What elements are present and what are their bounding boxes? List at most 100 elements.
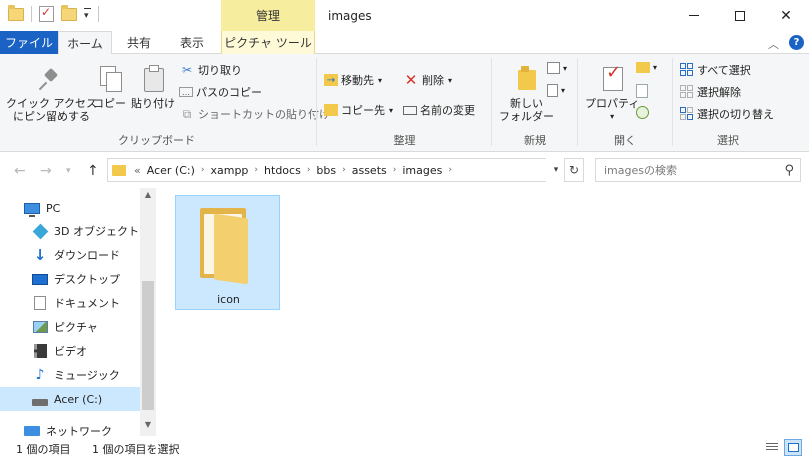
copy-icon: [98, 64, 122, 94]
folder-item[interactable]: icon: [175, 195, 280, 310]
open-button[interactable]: ▾: [636, 62, 657, 73]
ribbon: クイック アクセス にピン留めする コピー 貼り付け ✂ 切り取り … パスのコ…: [0, 54, 809, 152]
status-item-count: 1 個の項目: [16, 443, 71, 456]
new-folder-button[interactable]: 新しい フォルダー: [499, 64, 554, 123]
cut-button[interactable]: ✂ 切り取り: [179, 62, 242, 78]
divider: [316, 58, 317, 146]
nav-item-pictures[interactable]: ピクチャ: [0, 315, 140, 339]
scissors-icon: ✂: [181, 63, 193, 77]
nav-item-music[interactable]: ♪ ミュージック: [0, 363, 140, 387]
address-dropdown-icon[interactable]: ▾: [546, 158, 566, 182]
tab-home[interactable]: ホーム: [58, 31, 112, 55]
breadcrumb-overflow[interactable]: «: [134, 164, 141, 177]
search-input[interactable]: imagesの検索 ⚲: [595, 158, 801, 182]
organize-group-label: 整理: [393, 134, 416, 147]
edit-button[interactable]: [636, 84, 651, 98]
chevron-down-icon: ▾: [448, 75, 453, 85]
select-none-button[interactable]: 選択解除: [680, 84, 741, 100]
scroll-down-icon[interactable]: ▼: [140, 420, 156, 434]
nav-item-downloads[interactable]: ↓ ダウンロード: [0, 243, 140, 267]
move-to-button[interactable]: → 移動先 ▾: [324, 72, 382, 88]
scroll-up-icon[interactable]: ▲: [140, 190, 156, 204]
up-arrow-icon[interactable]: ↑: [87, 163, 99, 179]
open-folder-icon: [636, 62, 650, 73]
copy-label: コピー: [93, 97, 126, 110]
copy-to-icon: [324, 104, 338, 116]
rename-button[interactable]: 名前の変更: [403, 102, 475, 118]
tab-view[interactable]: 表示: [168, 31, 216, 54]
nav-item-pc[interactable]: PC: [0, 196, 140, 220]
nav-item-acer-c-drive[interactable]: Acer (C:): [0, 387, 140, 411]
nav-item-documents[interactable]: ドキュメント: [0, 291, 140, 315]
customize-qat-dropdown[interactable]: ▾: [84, 8, 91, 21]
details-view-button[interactable]: [763, 439, 781, 456]
breadcrumb-separator-icon[interactable]: ›: [307, 165, 311, 175]
forward-arrow-icon[interactable]: →: [40, 163, 52, 179]
window-title: images: [328, 9, 372, 23]
easy-access-button[interactable]: ▾: [547, 84, 565, 97]
divider: [491, 58, 492, 146]
breadcrumb-item[interactable]: Acer (C:): [147, 164, 195, 177]
scrollbar-thumb[interactable]: [142, 281, 154, 410]
quick-access-toolbar: ▾: [8, 4, 99, 22]
nav-item-videos[interactable]: ビデオ: [0, 339, 140, 363]
chevron-down-icon: ▾: [561, 86, 566, 95]
copy-button[interactable]: コピー: [93, 64, 126, 110]
delete-button[interactable]: ✕ 削除 ▾: [403, 71, 453, 89]
new-folder-qat-button[interactable]: [61, 4, 77, 21]
chevron-down-icon: ▾: [653, 63, 658, 72]
close-button[interactable]: ✕: [763, 0, 809, 31]
breadcrumb-separator-icon[interactable]: ›: [393, 165, 397, 175]
breadcrumb-separator-icon[interactable]: ›: [342, 165, 346, 175]
paste-button[interactable]: 貼り付け: [131, 64, 175, 110]
nav-item-label: ドキュメント: [54, 297, 120, 310]
invert-selection-button[interactable]: 選択の切り替え: [680, 106, 774, 122]
breadcrumb-item[interactable]: htdocs: [264, 164, 301, 177]
copy-path-button[interactable]: … パスのコピー: [179, 84, 262, 100]
maximize-button[interactable]: [717, 0, 763, 31]
properties-button[interactable]: プロパティ ▾: [585, 64, 639, 123]
refresh-button[interactable]: ↻: [564, 158, 584, 182]
pin-label-line1: クイック アクセス: [6, 97, 97, 110]
copy-to-button[interactable]: コピー先 ▾: [324, 102, 393, 118]
breadcrumb-separator-icon[interactable]: ›: [448, 165, 452, 175]
back-arrow-icon[interactable]: ←: [14, 163, 26, 179]
pin-label-line2: にピン留めする: [12, 110, 90, 123]
open-group: プロパティ ▾ ▾ 開く: [579, 54, 671, 152]
ribbon-tabs: ファイル ホーム 共有 表示 ピクチャ ツール: [0, 31, 809, 55]
new-item-button[interactable]: ▾: [547, 62, 567, 74]
new-group-label: 新規: [524, 134, 546, 147]
divider: [31, 6, 32, 22]
breadcrumb-item[interactable]: bbs: [316, 164, 336, 177]
pin-quick-access-button[interactable]: クイック アクセス にピン留めする: [6, 64, 97, 123]
recent-locations-chevron-icon[interactable]: ▾: [66, 166, 71, 176]
path-icon: …: [179, 87, 193, 97]
breadcrumb-separator-icon[interactable]: ›: [201, 165, 205, 175]
tab-file[interactable]: ファイル: [0, 31, 58, 54]
properties-qat-button[interactable]: [39, 5, 54, 22]
address-bar[interactable]: « Acer (C:) › xampp › htdocs › bbs › ass…: [107, 158, 566, 182]
collapse-ribbon-icon[interactable]: ︿: [768, 36, 779, 52]
help-icon[interactable]: ?: [789, 35, 804, 50]
drive-icon: [32, 391, 48, 407]
history-button[interactable]: [636, 106, 652, 119]
minimize-button[interactable]: [671, 0, 717, 31]
large-icons-view-button[interactable]: [784, 439, 802, 456]
organize-group: → 移動先 ▾ コピー先 ▾ ✕ 削除 ▾ 名前の変更 整理: [318, 54, 491, 152]
nav-pane-scrollbar[interactable]: ▲ ▼: [140, 188, 156, 436]
breadcrumb-separator-icon[interactable]: ›: [254, 165, 258, 175]
rename-label: 名前の変更: [420, 104, 475, 117]
chevron-down-icon: ▾: [389, 105, 394, 115]
breadcrumb-item[interactable]: xampp: [210, 164, 248, 177]
tab-share[interactable]: 共有: [116, 31, 162, 54]
nav-item-3d-objects[interactable]: 3D オブジェクト: [0, 219, 140, 243]
breadcrumb-item[interactable]: assets: [352, 164, 387, 177]
tab-picture-tools[interactable]: ピクチャ ツール: [221, 31, 315, 54]
nav-item-desktop[interactable]: デスクトップ: [0, 267, 140, 291]
breadcrumb-item[interactable]: images: [402, 164, 442, 177]
paste-shortcut-button[interactable]: ⧉ ショートカットの貼り付け: [179, 106, 330, 122]
navigation-pane: PC 3D オブジェクト ↓ ダウンロード デスクトップ ドキュメント ピクチャ…: [0, 188, 156, 438]
select-all-button[interactable]: すべて選択: [680, 62, 751, 78]
context-tab-group-label: 管理: [221, 0, 315, 31]
refresh-icon: ↻: [568, 163, 580, 177]
